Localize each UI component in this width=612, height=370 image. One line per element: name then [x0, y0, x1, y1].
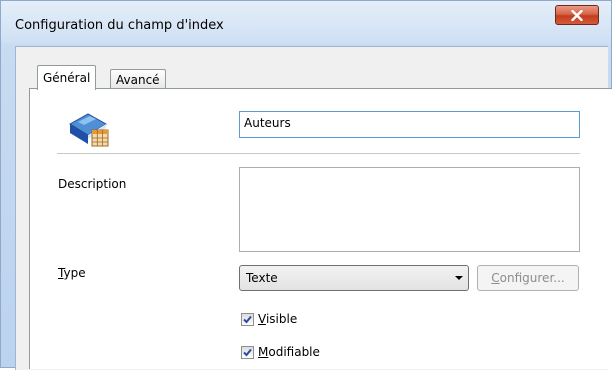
type-label-rest: ype [63, 266, 86, 280]
configure-button-rest: onfigurer... [499, 271, 565, 285]
type-select-value: Texte [246, 271, 278, 285]
window-title: Configuration du champ d'index [15, 18, 224, 33]
checkmark-icon [243, 348, 252, 356]
name-input[interactable]: Auteurs [239, 111, 580, 138]
tab-general[interactable]: Général [37, 65, 97, 90]
type-label: Type [58, 266, 86, 280]
visible-label: Visible [258, 312, 297, 326]
modifiable-checkbox[interactable] [241, 345, 254, 359]
tab-avance-label: Avancé [116, 73, 160, 87]
visible-label-rest: isible [265, 312, 298, 326]
tab-general-label: Général [43, 71, 91, 85]
modifiable-checkbox-row[interactable]: Modifiable [241, 344, 320, 360]
visible-checkbox-row[interactable]: Visible [241, 311, 297, 327]
description-label: Description [58, 177, 127, 191]
visible-label-mnemonic: V [258, 312, 266, 326]
configure-button-mnemonic: C [491, 271, 500, 285]
description-textarea[interactable] [239, 167, 580, 252]
configure-button[interactable]: Configurer... [477, 265, 579, 291]
dropdown-arrow-icon[interactable] [455, 276, 463, 280]
title-bar[interactable]: Configuration du champ d'index [1, 1, 611, 43]
dialog-window: Configuration du champ d'index Général A… [0, 0, 612, 370]
modifiable-label: Modifiable [258, 345, 320, 359]
close-button[interactable] [555, 5, 599, 25]
modifiable-label-rest: odifiable [268, 345, 320, 359]
visible-checkbox[interactable] [241, 312, 254, 326]
modifiable-label-mnemonic: M [258, 345, 269, 359]
book-table-icon [66, 110, 112, 153]
separator [57, 153, 580, 154]
checkmark-icon [243, 315, 252, 323]
close-icon [571, 9, 583, 21]
type-select[interactable]: Texte [239, 265, 469, 291]
